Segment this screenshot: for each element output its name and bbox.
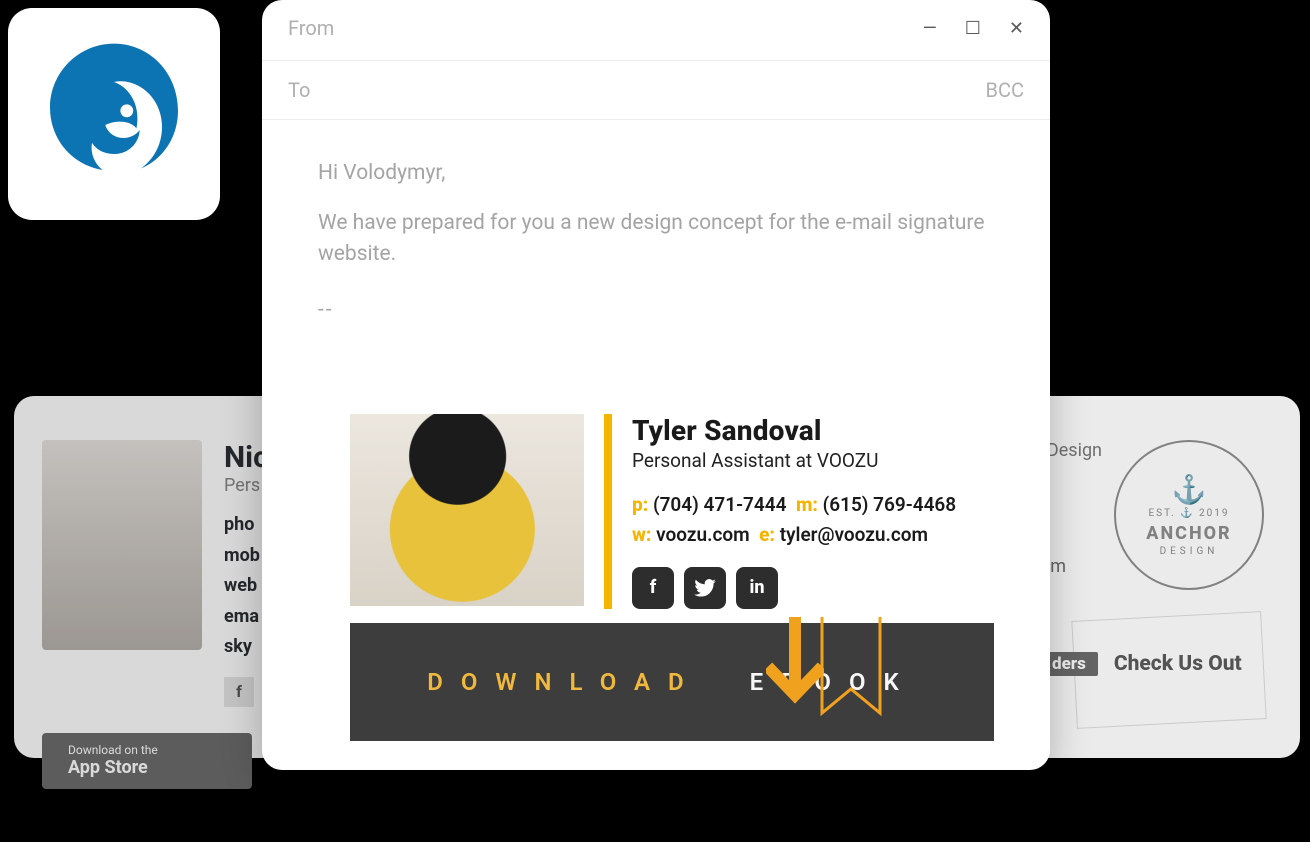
mailbird-logo [8,8,220,220]
left-card-avatar [42,440,202,650]
signature-phone-line: p: (704) 471-7444 m: (615) 769-4468 [632,490,956,520]
divider [262,119,1050,120]
body-text: We have prepared for you a new design co… [318,208,994,271]
facebook-icon[interactable]: f [632,567,674,609]
compose-body[interactable]: Hi Volodymyr, We have prepared for you a… [262,124,1050,326]
compose-window: From — ☐ ✕ To BCC Hi Volodymyr, We have … [262,0,1050,770]
mailbird-icon [34,34,194,194]
banner-word-1: DOWNLOAD [427,668,701,696]
bcc-button[interactable]: BCC [986,78,1025,102]
download-arrow-icon [766,617,824,737]
divider [262,60,1050,61]
signature-web-line: w: voozu.com e: tyler@voozu.com [632,520,956,550]
anchor-logo: ⚓ EST. ⚓ 2019 ANCHOR DESIGN [1114,440,1264,590]
appstore-badge[interactable]: Download on the App Store [42,733,252,789]
twitter-icon[interactable] [684,567,726,609]
linkedin-icon[interactable]: in [736,567,778,609]
ribbon-icon [818,617,884,737]
signature-title: Personal Assistant at VOOZU [632,449,956,472]
email-signature: Tyler Sandoval Personal Assistant at VOO… [350,414,994,609]
signature-separator: -- [318,295,994,327]
window-controls: — ☐ ✕ [923,18,1024,39]
signature-name: Tyler Sandoval [632,414,956,447]
accent-bar [604,414,612,609]
maximize-icon[interactable]: ☐ [965,18,981,39]
minimize-icon[interactable]: — [923,18,937,39]
greeting-text: Hi Volodymyr, [318,158,994,190]
check-us-out-button[interactable]: Check Us Out [1114,652,1242,676]
close-icon[interactable]: ✕ [1009,18,1024,39]
download-ebook-banner[interactable]: DOWNLOAD EBOOK [350,623,994,741]
signature-photo [350,414,584,606]
facebook-icon[interactable]: f [224,677,254,707]
to-label[interactable]: To [288,78,310,102]
anchor-icon: ⚓ [1172,473,1207,506]
from-label[interactable]: From [288,16,334,40]
